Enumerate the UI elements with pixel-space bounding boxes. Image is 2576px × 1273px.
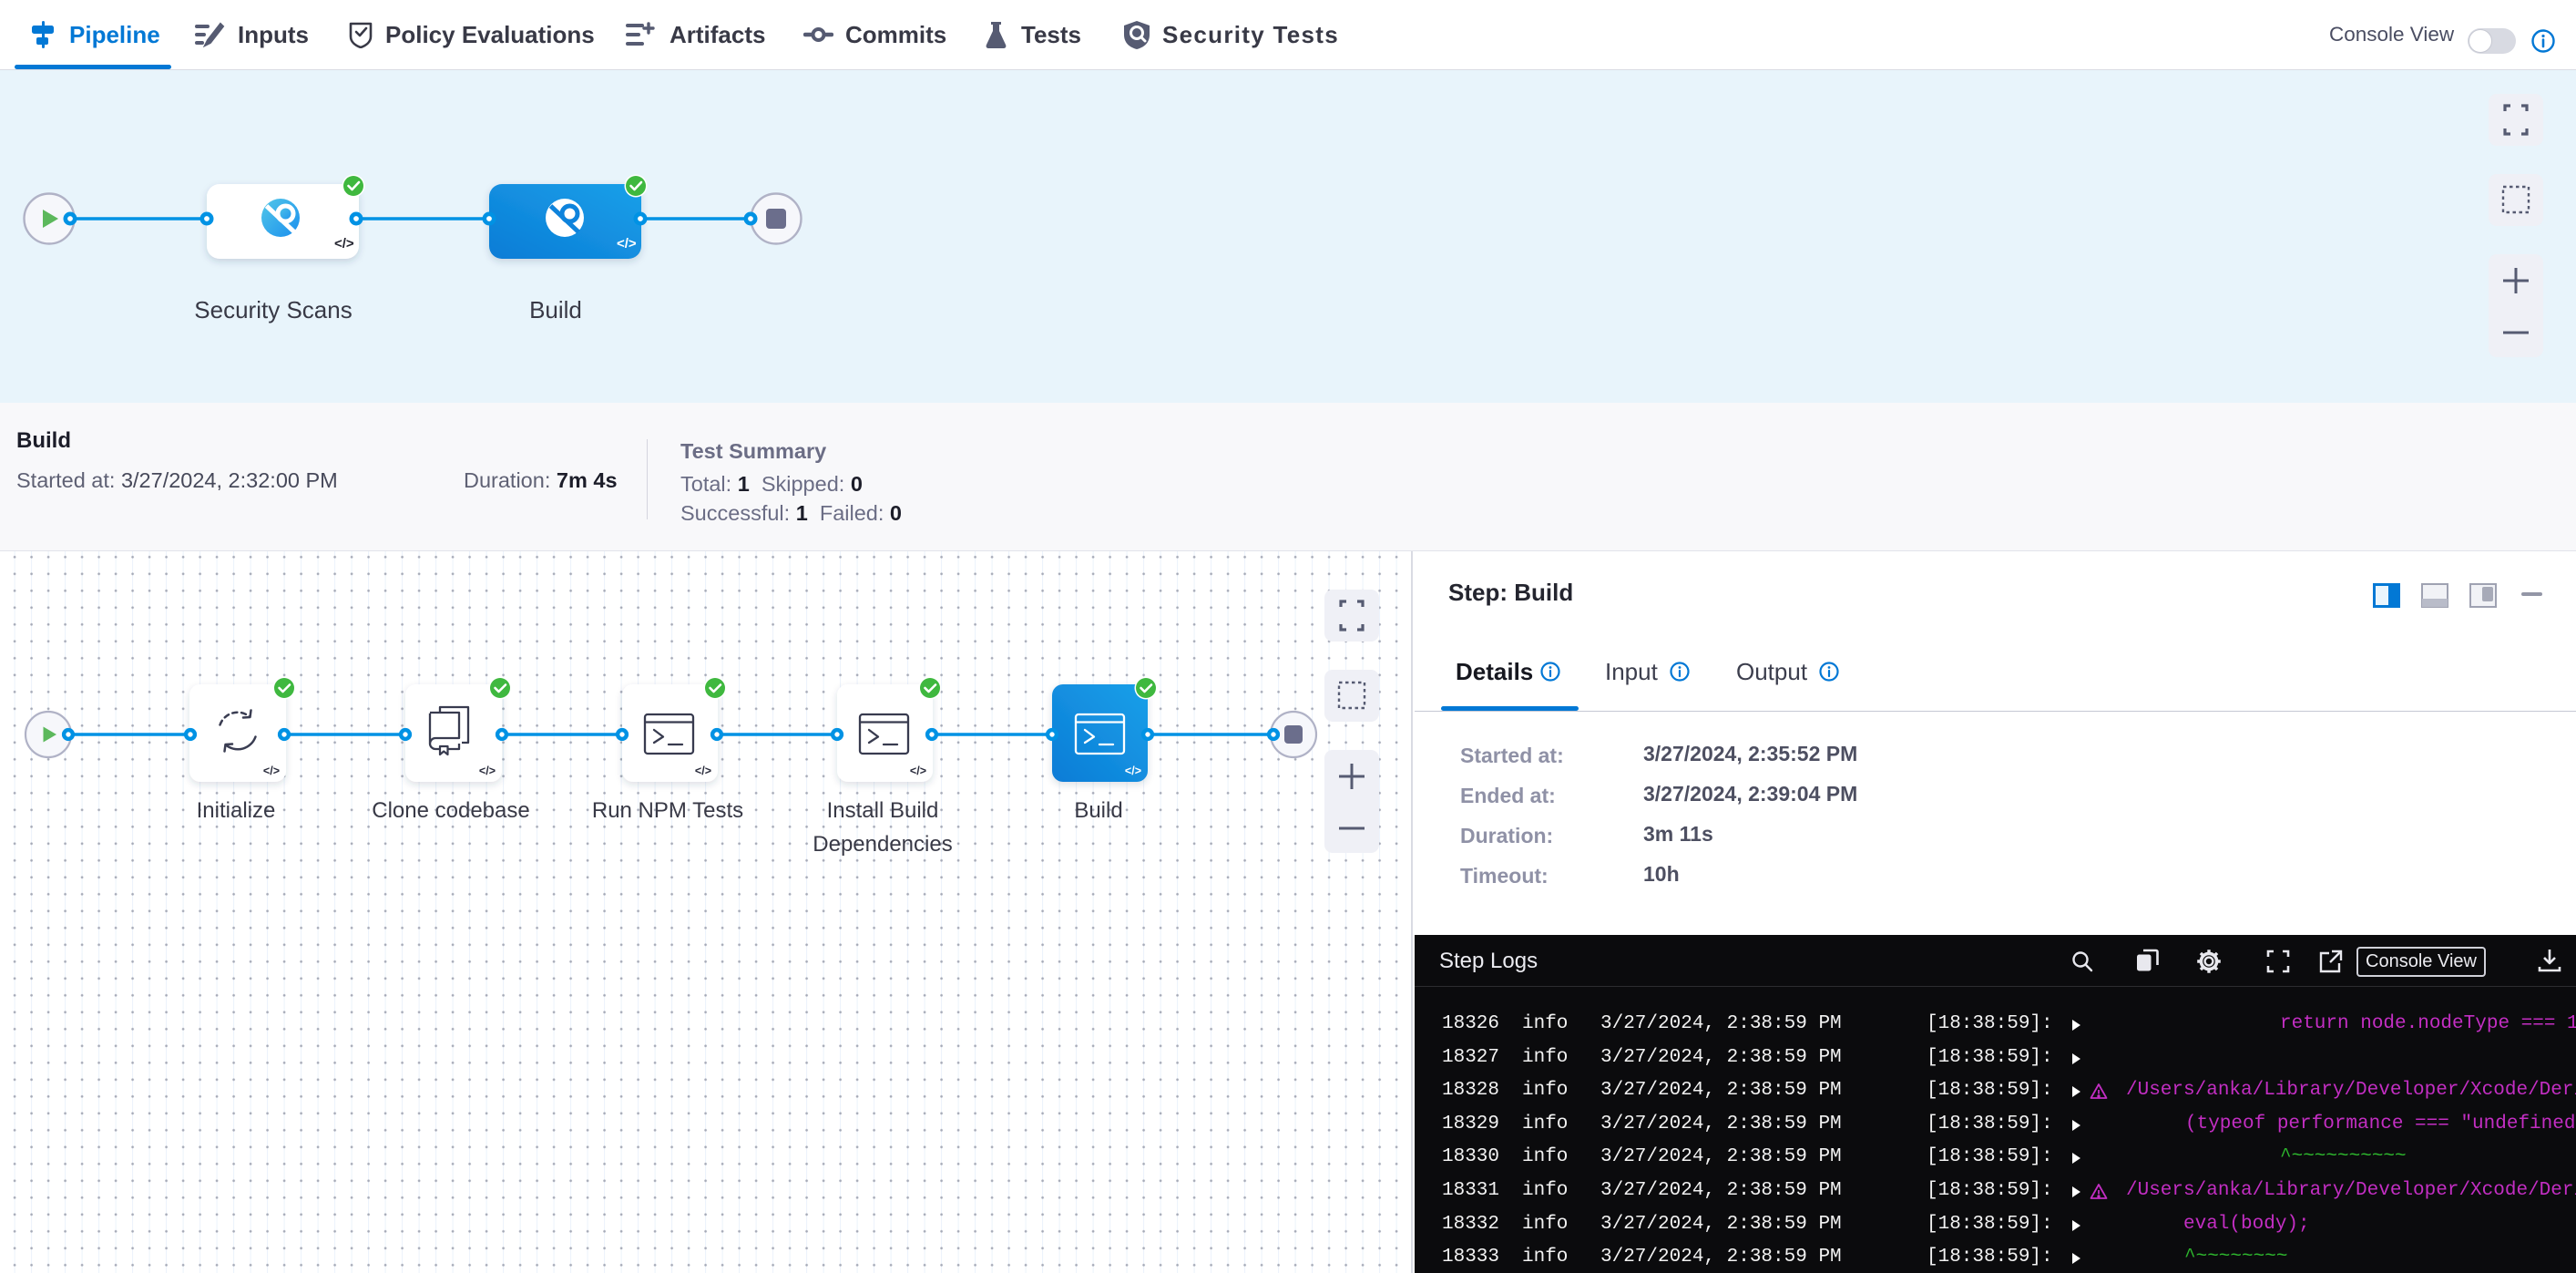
svg-text:Build: Build [1074, 798, 1122, 823]
svg-text:</>: </> [479, 765, 496, 777]
svg-text:</>: </> [617, 236, 637, 252]
svg-text:</>: </> [1125, 765, 1141, 777]
svg-text:</>: </> [263, 765, 280, 777]
svg-text:Dependencies: Dependencies [813, 832, 952, 857]
svg-text:Clone codebase: Clone codebase [372, 798, 529, 823]
svg-text:Security Scans: Security Scans [194, 296, 352, 323]
svg-text:Install Build: Install Build [827, 798, 939, 823]
svg-text:Run NPM Tests: Run NPM Tests [592, 798, 743, 823]
svg-text:Initialize: Initialize [197, 798, 276, 823]
svg-text:</>: </> [334, 236, 354, 252]
svg-text:Build: Build [529, 296, 582, 323]
svg-text:</>: </> [695, 765, 711, 777]
svg-text:</>: </> [910, 765, 926, 777]
